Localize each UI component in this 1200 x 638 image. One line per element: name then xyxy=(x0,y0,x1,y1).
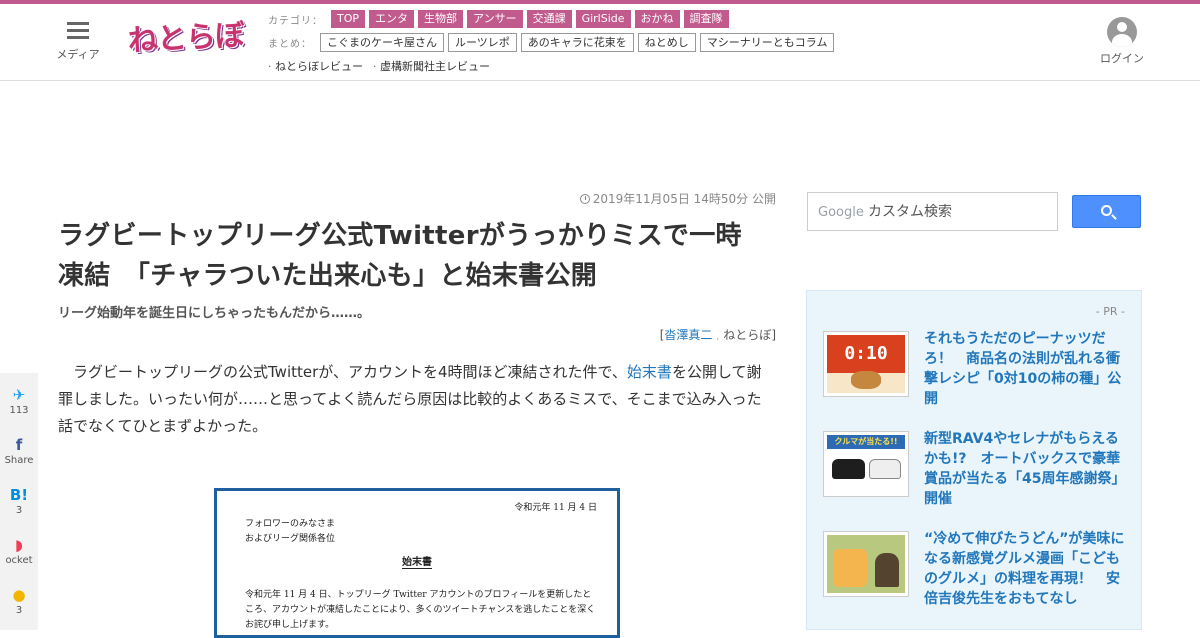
pocket-button[interactable]: ◗ ocket xyxy=(0,535,38,567)
matome-tag[interactable]: こぐまのケーキ屋さん xyxy=(320,33,444,52)
user-avatar-icon xyxy=(1107,17,1137,47)
hamburger-icon xyxy=(67,22,89,40)
article: 2019年11月05日 14時50分 公開 ラグビートップリーグ公式Twitte… xyxy=(58,190,776,440)
lede-text-1: ラグビートップリーグの公式Twitterが、アカウントを4時間ほど凍結された件で… xyxy=(73,363,627,381)
pocket-icon: ◗ xyxy=(15,536,23,554)
review-link[interactable]: 虚構新聞社主レビュー xyxy=(373,58,490,74)
google-label: Google xyxy=(818,205,864,220)
facebook-icon: f xyxy=(15,436,23,454)
article-subtitle: リーグ始動年を誕生日にしちゃったもんだから……。 xyxy=(58,306,371,321)
search-button[interactable] xyxy=(1072,195,1141,228)
hatena-bookmark-button[interactable]: B! 3 xyxy=(0,485,38,517)
article-title: ラグビートップリーグ公式Twitterがうっかりミスで一時 凍結 「チャラついた… xyxy=(58,216,776,296)
pr-title-link[interactable]: 新型RAV4やセレナがもらえるかも!? オートバックスで豪華賞品が当たる「45周… xyxy=(924,429,1129,509)
document-addressee-1: フォロワーのみなさま xyxy=(245,519,336,529)
pr-label: - PR - xyxy=(1095,305,1125,318)
shimatsusho-link[interactable]: 始末書 xyxy=(627,363,672,381)
category-tag-top[interactable]: TOP xyxy=(331,10,366,28)
publish-date-text: 2019年11月05日 14時50分 公開 xyxy=(592,192,776,206)
search-icon xyxy=(1101,205,1112,216)
comment-button[interactable]: ● 3 xyxy=(0,585,38,617)
comment-icon: ● xyxy=(12,586,26,604)
pr-box: - PR - 0:10 それもうただのピーナッツだろ！ 商品名の法則が乱れる衝撃… xyxy=(806,290,1142,630)
pr-thumbnail-text: 0:10 xyxy=(827,335,905,373)
pocket-label: ocket xyxy=(5,555,33,566)
article-byline: [沓澤真二, ねとらぼ] xyxy=(58,326,776,343)
twitter-icon: ✈ xyxy=(12,386,26,404)
pr-title-link[interactable]: “冷めて伸びたうどん”が美味になる新感覚グルメ漫画「こどものグルメ」の料理を再現… xyxy=(924,529,1129,609)
publisher-name: ねとらぼ xyxy=(723,328,772,342)
document-date: 令和元年 11 月 4 日 xyxy=(514,503,597,513)
publish-date: 2019年11月05日 14時50分 公開 xyxy=(58,190,776,208)
hatena-bookmark-count: 3 xyxy=(15,505,23,516)
document-title-text: 始末書 xyxy=(402,557,432,569)
pr-title-link[interactable]: それもうただのピーナッツだろ！ 商品名の法則が乱れる衝撃レシピ「0対10の柿の種… xyxy=(924,329,1129,409)
pr-thumbnail[interactable] xyxy=(823,531,909,597)
media-menu-button[interactable]: メディア xyxy=(55,22,101,62)
author-link[interactable]: 沓澤真二 xyxy=(664,328,712,342)
document-title: 始末書 xyxy=(217,553,617,569)
custom-search-box: Google xyxy=(807,192,1058,231)
pr-thumbnail[interactable]: 0:10 xyxy=(823,331,909,397)
category-tag-seibutsubu[interactable]: 生物部 xyxy=(418,10,464,28)
review-nav: ねとらぼレビュー 虚構新聞社主レビュー xyxy=(268,58,500,74)
pr-thumbnail-text: クルマが当たる!! xyxy=(827,435,905,449)
login-button[interactable]: ログイン xyxy=(1100,17,1144,66)
document-addressee-2: およびリーグ関係各位 xyxy=(245,534,336,544)
category-nav: カテゴリ： TOP エンタ 生物部 アンサー 交通課 GirlSide おかね … xyxy=(268,10,733,28)
site-logo[interactable]: ねとらぼ xyxy=(127,16,245,62)
matome-tag[interactable]: マシーナリーともコラム xyxy=(699,33,835,52)
category-tag-answer[interactable]: アンサー xyxy=(467,10,523,28)
clock-icon xyxy=(579,194,590,204)
comment-count: 3 xyxy=(15,605,23,616)
matome-label: まとめ： xyxy=(268,39,312,50)
category-tag-okane[interactable]: おかね xyxy=(634,10,680,28)
category-tag-koutsuka[interactable]: 交通課 xyxy=(526,10,572,28)
media-menu-label: メディア xyxy=(56,48,100,61)
logo-text: ねとらぼ xyxy=(127,17,245,59)
facebook-share-label: Share xyxy=(4,455,34,466)
article-lede: ラグビートップリーグの公式Twitterが、アカウントを4時間ほど凍結された件で… xyxy=(58,359,776,440)
login-label: ログイン xyxy=(1100,52,1144,65)
document-body: 令和元年 11 月 4 日、トップリーグ Twitter アカウントのプロフィー… xyxy=(245,590,596,630)
article-title-line1: ラグビートップリーグ公式Twitterがうっかりミスで一時 xyxy=(58,221,742,251)
category-tag-girlside[interactable]: GirlSide xyxy=(575,10,631,28)
twitter-share-count: 113 xyxy=(9,405,29,416)
facebook-share-button[interactable]: f Share xyxy=(0,435,38,467)
matome-tag[interactable]: ルーツレポ xyxy=(448,33,517,52)
share-sidebar: ✈ 113 f Share B! 3 ◗ ocket ● 3 xyxy=(0,373,38,630)
review-link[interactable]: ねとらぼレビュー xyxy=(268,58,363,74)
matome-tag[interactable]: あのキャラに花束を xyxy=(520,33,634,52)
category-tag-chousatai[interactable]: 調査隊 xyxy=(683,10,729,28)
article-title-line2: 凍結 「チャラついた出来心も」と始末書公開 xyxy=(58,261,598,291)
search-input[interactable] xyxy=(868,198,1053,226)
apology-document-image[interactable]: 令和元年 11 月 4 日 フォロワーのみなさま およびリーグ関係各位 始末書 … xyxy=(214,488,620,638)
category-label: カテゴリ： xyxy=(268,15,323,27)
matome-nav: まとめ： こぐまのケーキ屋さん ルーツレポ あのキャラに花束を ねとめし マシー… xyxy=(268,33,838,52)
hatena-bookmark-icon: B! xyxy=(9,486,29,504)
category-tag-enta[interactable]: エンタ xyxy=(369,10,415,28)
matome-tag[interactable]: ねとめし xyxy=(637,33,696,52)
byline-separator: , xyxy=(716,332,720,342)
site-header: メディア ねとらぼ カテゴリ： TOP エンタ 生物部 アンサー 交通課 Gir… xyxy=(0,4,1200,81)
byline-close-bracket: ] xyxy=(771,328,776,342)
twitter-share-button[interactable]: ✈ 113 xyxy=(0,385,38,417)
pr-thumbnail[interactable]: クルマが当たる!! xyxy=(823,431,909,497)
